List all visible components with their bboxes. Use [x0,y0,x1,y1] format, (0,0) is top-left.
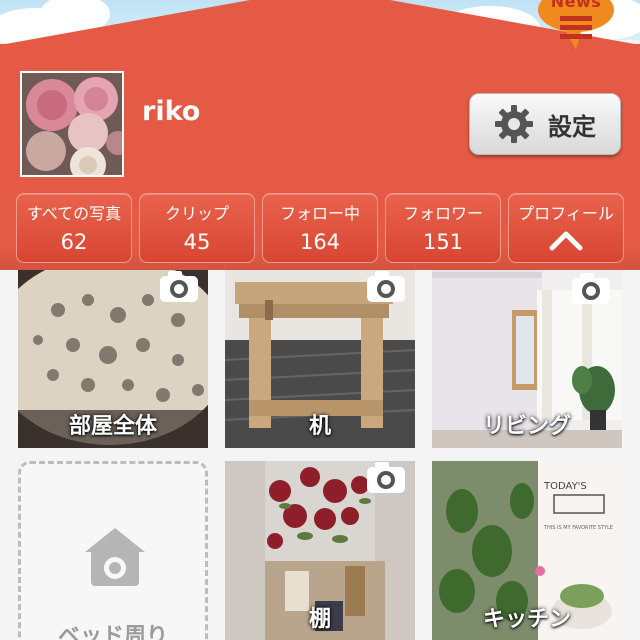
stat-all-photos[interactable]: すべての写真 62 [16,193,132,263]
settings-label: 設定 [548,112,596,141]
room-tile-bedside-empty[interactable]: ベッド周り [18,461,208,640]
room-label: キッチン [482,607,571,632]
camera-icon[interactable] [365,270,407,304]
stat-followers[interactable]: フォロワー 151 [385,193,501,263]
stat-label: クリップ [164,204,229,223]
stat-value: 164 [299,230,341,254]
note-caption: THIS IS MY FAVORITE STYLE [543,525,613,531]
note-heading: TODAY'S [543,481,587,492]
camera-icon[interactable] [158,270,200,304]
stats-bar: すべての写真 62 クリップ 45 フォロー中 164 フォロワー 151 プロ… [16,193,638,263]
camera-icon[interactable] [365,461,407,495]
profile-screen: News riko 設定 すべての写真 62 クリップ 45 フォロー中 164… [0,0,640,640]
stat-label: フォロー中 [279,204,360,223]
stat-label: プロフィール [518,204,614,223]
avatar-roses-image [22,73,122,175]
room-tile-desk[interactable]: 机 [225,270,415,448]
camera-icon[interactable] [570,272,612,306]
room-tile-kitchen[interactable]: TODAY'S THIS IS MY FAVORITE STYLE キッチン [432,461,622,640]
stat-clips[interactable]: クリップ 45 [139,193,255,263]
room-label: リビング [482,414,571,439]
settings-button[interactable]: 設定 [469,93,621,155]
room-label: ベッド周り [57,624,168,640]
chevron-up-icon [549,231,583,251]
room-tile-shelf[interactable]: 棚 [225,461,415,640]
stat-label: すべての写真 [26,204,122,223]
room-tile-living[interactable]: リビング [432,270,622,448]
stat-profile[interactable]: プロフィール [508,193,624,263]
username: riko [142,96,201,127]
news-button[interactable]: News [536,0,616,52]
stat-label: フォロワー [402,204,483,223]
stat-following[interactable]: フォロー中 164 [262,193,378,263]
stat-value: 45 [183,230,211,254]
room-tile-whole-room[interactable]: 部屋全体 [18,270,208,448]
room-label: 部屋全体 [68,414,157,439]
house-camera-icon [85,528,145,586]
stat-value: 151 [422,230,464,254]
news-label: News [550,0,602,11]
stat-value: 62 [60,230,88,254]
room-label: 机 [308,414,331,439]
gear-icon [495,105,533,143]
room-label: 棚 [308,607,331,632]
avatar[interactable] [20,71,124,177]
